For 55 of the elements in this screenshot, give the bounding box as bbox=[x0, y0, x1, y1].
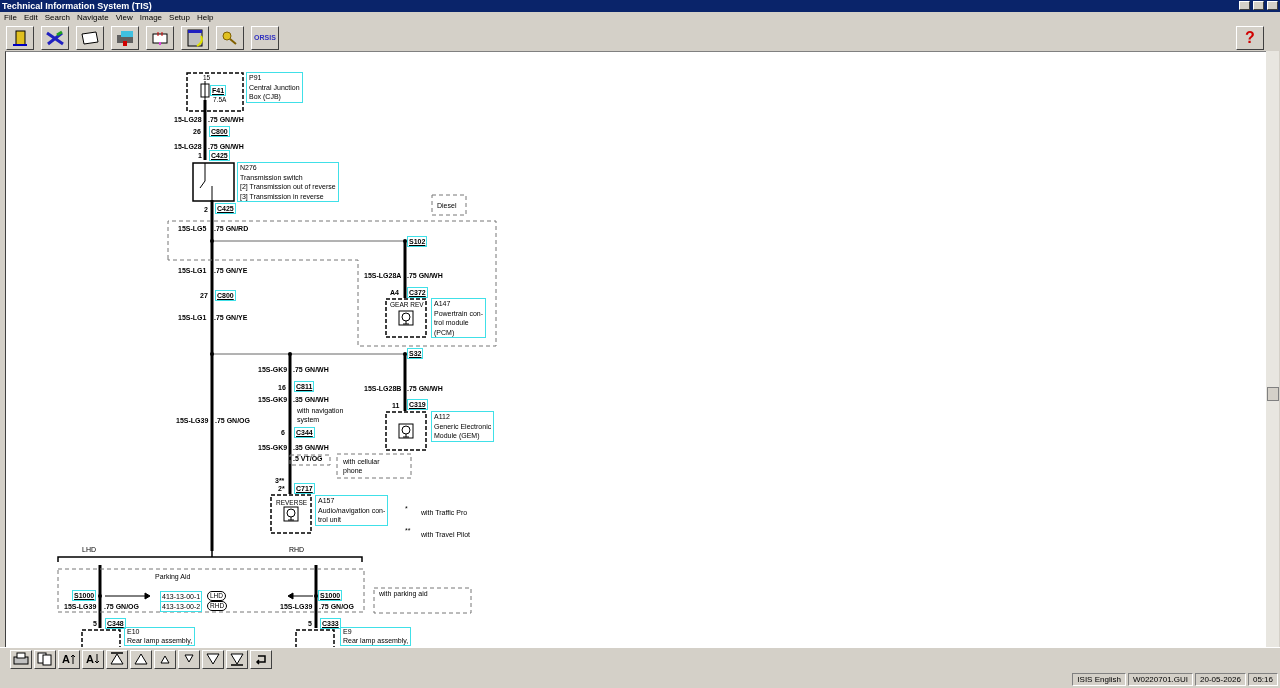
door-icon bbox=[11, 28, 29, 47]
help-button[interactable]: ? bbox=[1236, 25, 1264, 50]
toolbar-button[interactable]: A bbox=[58, 649, 80, 669]
toolbar-button[interactable] bbox=[111, 25, 139, 50]
toolbar-button[interactable] bbox=[202, 649, 224, 669]
menu-item[interactable]: Edit bbox=[23, 13, 38, 23]
toolbar-button[interactable] bbox=[226, 649, 248, 669]
status-field: ISIS English bbox=[1072, 672, 1126, 686]
status-field: W0220701.GUI bbox=[1127, 672, 1194, 686]
window-title: Technical Information System (TIS) bbox=[2, 0, 153, 11]
menu-item[interactable]: Setup bbox=[169, 13, 190, 23]
module-drawing bbox=[385, 298, 427, 339]
module-drawing bbox=[270, 494, 312, 535]
arrow-up-icon bbox=[134, 652, 148, 667]
minimize-button[interactable] bbox=[1239, 1, 1250, 11]
copy-icon bbox=[37, 652, 53, 667]
tools-icon bbox=[45, 28, 65, 47]
scroll-thumb[interactable] bbox=[1267, 387, 1279, 402]
toolbar-button[interactable]: A bbox=[82, 649, 104, 669]
status-field: 05:16 bbox=[1247, 672, 1278, 686]
toolbar-button[interactable] bbox=[6, 25, 34, 50]
printer-icon bbox=[13, 652, 29, 667]
calendar-icon bbox=[186, 27, 204, 48]
menu-item[interactable]: File bbox=[4, 13, 17, 23]
toolbar-button[interactable] bbox=[181, 25, 209, 50]
status-field: 20-05-2026 bbox=[1195, 672, 1246, 686]
maximize-button[interactable] bbox=[1253, 1, 1264, 11]
toolbar-button[interactable] bbox=[250, 649, 272, 669]
toolbar-button[interactable] bbox=[106, 649, 128, 669]
scrollbar[interactable] bbox=[1266, 51, 1279, 648]
toolbar-button[interactable] bbox=[10, 649, 32, 669]
toolbar-button[interactable] bbox=[154, 649, 176, 669]
toolbar-button[interactable] bbox=[130, 649, 152, 669]
toolbar-button[interactable] bbox=[41, 25, 69, 50]
scanner-icon bbox=[115, 28, 135, 47]
arrow-up-icon bbox=[110, 652, 124, 667]
module-drawing bbox=[385, 411, 427, 452]
toolbar-button[interactable] bbox=[216, 25, 244, 50]
arrow-down-icon bbox=[93, 654, 100, 665]
menu-item[interactable]: Search bbox=[44, 13, 71, 23]
arrow-up-icon bbox=[69, 654, 76, 665]
menu-item[interactable]: Help bbox=[196, 13, 214, 23]
toolbar-button[interactable] bbox=[178, 649, 200, 669]
close-button[interactable] bbox=[1267, 1, 1278, 11]
paper-icon bbox=[80, 29, 100, 46]
menu-item[interactable]: View bbox=[115, 13, 133, 23]
chip-icon bbox=[150, 29, 170, 46]
toolbar-button[interactable] bbox=[146, 25, 174, 50]
menu-item[interactable]: Navigate bbox=[77, 13, 109, 23]
return-icon bbox=[254, 653, 268, 666]
toolbar-button[interactable] bbox=[34, 649, 56, 669]
arrow-down-icon bbox=[206, 652, 220, 667]
menu-item[interactable]: Image bbox=[139, 13, 163, 23]
arrow-down-icon bbox=[230, 652, 244, 667]
toolbar-button[interactable] bbox=[76, 25, 104, 50]
